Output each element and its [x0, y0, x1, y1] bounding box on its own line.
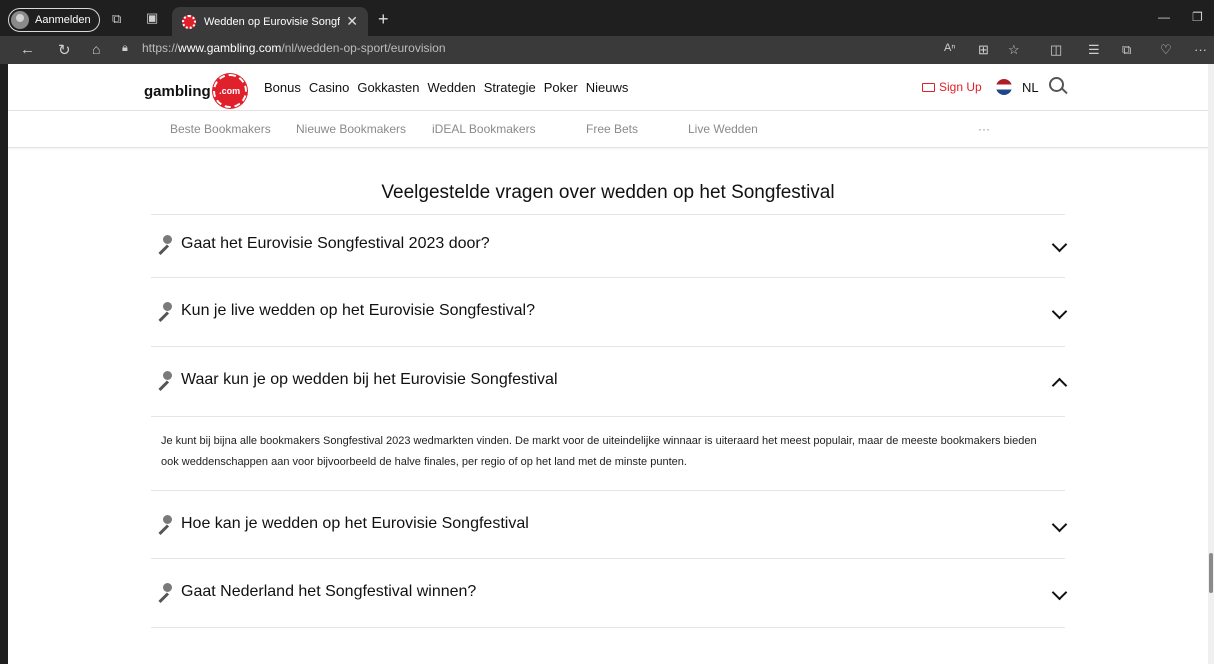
chevron-down-icon[interactable] — [1051, 303, 1068, 320]
browser-tab-bar: Aanmelden ⧉ ▣ Wedden op Eurovisie Songfe… — [0, 0, 1214, 36]
logo-chip-text: .com — [219, 86, 241, 96]
faq-question: Gaat het Eurovisie Songfestival 2023 doo… — [181, 235, 490, 252]
scrollbar-thumb[interactable] — [1209, 553, 1213, 593]
web-page: gambling .com Bonus Casino Gokkasten Wed… — [8, 64, 1208, 664]
collections-icon[interactable]: ⧉ — [1122, 42, 1131, 58]
subnav-live-wedden[interactable]: Live Wedden — [688, 122, 758, 136]
url-domain: www.gambling.com — [178, 41, 282, 55]
microphone-icon — [155, 302, 173, 320]
app-available-icon[interactable]: ⊞ — [978, 42, 989, 58]
avatar — [11, 11, 29, 29]
tab-actions-icon[interactable]: ▣ — [146, 10, 158, 26]
faq-item[interactable]: Gaat Nederland het Songfestival winnen? — [151, 558, 1068, 628]
envelope-icon — [922, 82, 935, 92]
subnav-more-icon[interactable]: ··· — [978, 122, 990, 136]
nav-bonus[interactable]: Bonus — [264, 80, 301, 95]
subnav-ideal-bookmakers[interactable]: iDEAL Bookmakers — [432, 122, 536, 136]
close-tab-icon[interactable]: ✕ — [346, 13, 358, 30]
faq-title: Veelgestelde vragen over wedden op het S… — [381, 182, 835, 203]
netherlands-flag-icon[interactable] — [996, 79, 1012, 95]
subnav-beste-bookmakers[interactable]: Beste Bookmakers — [170, 122, 271, 136]
url-field[interactable]: https://www.gambling.com/nl/wedden-op-sp… — [142, 41, 446, 55]
refresh-icon[interactable]: ↻ — [58, 41, 71, 59]
nav-strategie[interactable]: Strategie — [484, 80, 536, 95]
chevron-down-icon[interactable] — [1051, 516, 1068, 533]
microphone-icon — [155, 371, 173, 389]
chevron-down-icon[interactable] — [1051, 236, 1068, 253]
restore-icon[interactable]: ❐ — [1192, 10, 1203, 24]
nav-nieuws[interactable]: Nieuws — [586, 80, 629, 95]
active-tab[interactable]: Wedden op Eurovisie Songfestival ✕ — [172, 7, 368, 36]
faq-item-expanded[interactable]: Waar kun je op wedden bij het Eurovisie … — [151, 346, 1068, 417]
search-icon[interactable] — [1049, 77, 1064, 92]
url-path: /nl/wedden-op-sport/eurovision — [281, 41, 446, 55]
nav-poker[interactable]: Poker — [544, 80, 578, 95]
microphone-icon — [155, 235, 173, 253]
url-prefix: https:// — [142, 41, 179, 55]
logo-chip-icon: .com — [212, 74, 247, 108]
faq-question: Hoe kan je wedden op het Eurovisie Songf… — [181, 515, 529, 532]
site-logo[interactable]: gambling .com — [144, 74, 247, 108]
faq-question: Gaat Nederland het Songfestival winnen? — [181, 583, 477, 600]
browser-essentials-icon[interactable]: ♡ — [1160, 42, 1172, 58]
subnav-free-bets[interactable]: Free Bets — [586, 122, 638, 136]
site-header: gambling .com Bonus Casino Gokkasten Wed… — [8, 64, 1208, 111]
home-icon[interactable]: ⌂ — [92, 41, 100, 57]
main-nav: Bonus Casino Gokkasten Wedden Strategie … — [264, 80, 628, 95]
nav-wedden[interactable]: Wedden — [428, 80, 476, 95]
split-screen-icon[interactable]: ◫ — [1050, 42, 1062, 58]
favorite-star-icon[interactable]: ☆ — [1008, 42, 1020, 58]
faq-item[interactable]: Hoe kan je wedden op het Eurovisie Songf… — [151, 490, 1068, 559]
faq-question: Kun je live wedden op het Eurovisie Song… — [181, 302, 535, 319]
language-selector[interactable]: NL — [1022, 80, 1039, 95]
faq-question: Waar kun je op wedden bij het Eurovisie … — [181, 371, 558, 388]
nav-gokkasten[interactable]: Gokkasten — [357, 80, 419, 95]
site-favicon-icon — [182, 14, 196, 29]
sign-up-button[interactable]: Sign Up — [922, 80, 982, 94]
subnav-nieuwe-bookmakers[interactable]: Nieuwe Bookmakers — [296, 122, 406, 136]
more-options-icon[interactable]: ··· — [1194, 42, 1207, 57]
divider — [151, 627, 1065, 628]
faq-answer: Je kunt bij bijna alle bookmakers Songfe… — [161, 435, 1037, 468]
profile-button[interactable]: Aanmelden — [8, 8, 100, 32]
window-border — [0, 64, 8, 664]
microphone-icon — [155, 583, 173, 601]
lock-icon[interactable]: 🔒︎ — [122, 42, 128, 55]
chevron-up-icon[interactable] — [1051, 377, 1068, 394]
new-tab-icon[interactable]: + — [378, 9, 389, 30]
read-aloud-icon[interactable]: A͏ⁿ — [944, 42, 955, 54]
workspaces-icon[interactable]: ⧉ — [112, 11, 121, 27]
logo-text: gambling — [144, 82, 211, 100]
minimize-icon[interactable]: — — [1158, 10, 1170, 24]
tab-title: Wedden op Eurovisie Songfestival — [204, 15, 341, 28]
faq-item[interactable]: Kun je live wedden op het Eurovisie Song… — [151, 277, 1068, 347]
microphone-icon — [155, 515, 173, 533]
nav-casino[interactable]: Casino — [309, 80, 349, 95]
favorites-icon[interactable]: ☰ — [1088, 42, 1100, 58]
sign-up-label: Sign Up — [939, 80, 982, 94]
profile-label: Aanmelden — [35, 14, 91, 26]
chevron-down-icon[interactable] — [1051, 584, 1068, 601]
faq-item[interactable]: Gaat het Eurovisie Songfestival 2023 doo… — [151, 214, 1068, 278]
back-icon[interactable]: ← — [20, 41, 35, 58]
sub-nav: Beste Bookmakers Nieuwe Bookmakers iDEAL… — [8, 111, 1208, 148]
